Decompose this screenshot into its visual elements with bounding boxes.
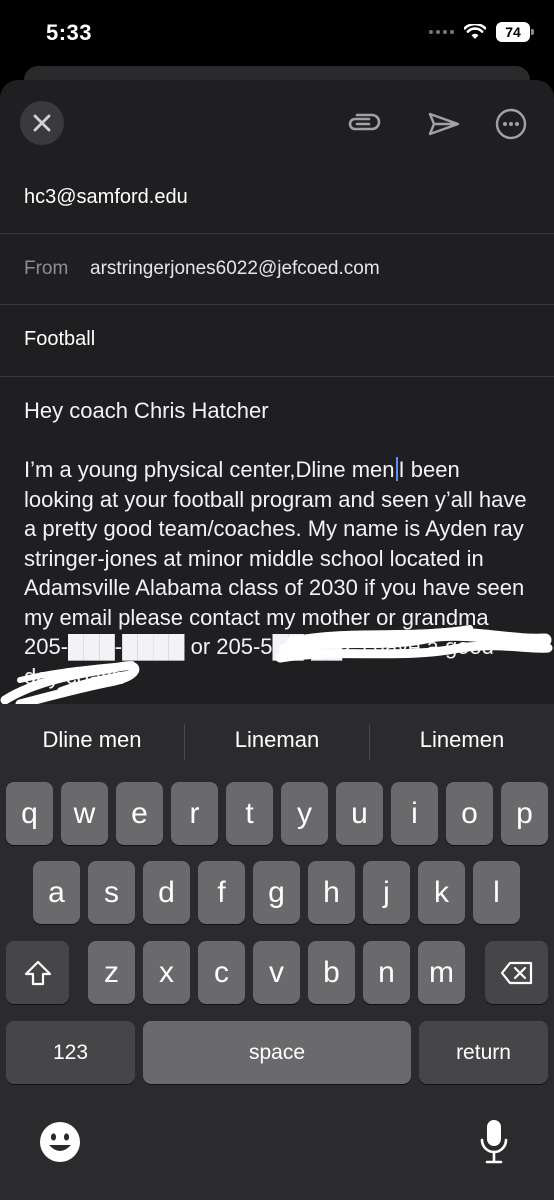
subject-field[interactable]: Football [0, 305, 554, 377]
send-icon [428, 112, 460, 136]
text-cursor [395, 457, 398, 481]
body-text-before-cursor: I’m a young physical center,Dline men [24, 457, 395, 482]
key-n[interactable]: n [363, 941, 410, 1004]
key-u[interactable]: u [336, 782, 383, 845]
from-value: arstringerjones6022@jefcoed.com [90, 258, 380, 279]
delete-key[interactable] [485, 941, 548, 1004]
body-greeting: Hey coach Chris Hatcher [24, 398, 269, 423]
body-text: I’m a young physical center,Dline men I b… [24, 455, 534, 691]
subject-value: Football [24, 328, 96, 350]
key-i[interactable]: i [391, 782, 438, 845]
from-label: From [24, 258, 69, 279]
key-w[interactable]: w [61, 782, 108, 845]
key-c[interactable]: c [198, 941, 245, 1004]
key-v[interactable]: v [253, 941, 300, 1004]
key-z[interactable]: z [88, 941, 135, 1004]
key-r[interactable]: r [171, 782, 218, 845]
keyboard: Dline men Lineman Linemen q w e r t y u … [0, 704, 554, 1200]
send-button[interactable] [422, 102, 466, 146]
signal-icon [429, 30, 454, 34]
key-k[interactable]: k [418, 861, 465, 924]
key-a[interactable]: a [33, 861, 80, 924]
key-b[interactable]: b [308, 941, 355, 1004]
backspace-icon [500, 961, 532, 984]
key-x[interactable]: x [143, 941, 190, 1004]
numbers-key[interactable]: 123 [6, 1021, 135, 1084]
key-q[interactable]: q [6, 782, 53, 845]
message-body[interactable]: Hey coach Chris Hatcher I’m a young phys… [24, 396, 534, 691]
to-value: hc3@samford.edu [24, 186, 188, 208]
wifi-icon [464, 24, 486, 39]
key-j[interactable]: j [363, 861, 410, 924]
key-g[interactable]: g [253, 861, 300, 924]
key-s[interactable]: s [88, 861, 135, 924]
paperclip-icon [348, 113, 381, 131]
suggestion-bar: Dline men Lineman Linemen [0, 704, 554, 776]
emoji-icon [40, 1122, 80, 1162]
key-y[interactable]: y [281, 782, 328, 845]
key-e[interactable]: e [116, 782, 163, 845]
emoji-button[interactable] [36, 1118, 84, 1166]
attach-button[interactable] [341, 102, 385, 146]
more-icon [495, 108, 527, 140]
from-field[interactable]: From arstringerjones6022@jefcoed.com [0, 234, 554, 305]
suggestion-2[interactable]: Lineman [185, 704, 369, 776]
shift-key[interactable] [6, 941, 69, 1004]
microphone-icon [480, 1120, 508, 1164]
key-p[interactable]: p [501, 782, 548, 845]
key-h[interactable]: h [308, 861, 355, 924]
to-field[interactable]: hc3@samford.edu [0, 162, 554, 234]
space-key[interactable]: space [143, 1021, 411, 1084]
close-icon [33, 114, 51, 132]
shift-icon [24, 960, 51, 985]
key-m[interactable]: m [418, 941, 465, 1004]
compose-sheet: hc3@samford.edu From arstringerjones6022… [0, 80, 554, 704]
key-t[interactable]: t [226, 782, 273, 845]
key-d[interactable]: d [143, 861, 190, 924]
status-icons: 74 [429, 22, 534, 42]
suggestion-3[interactable]: Linemen [370, 704, 554, 776]
status-bar: 5:33 74 [0, 0, 554, 62]
dictation-button[interactable] [470, 1114, 518, 1170]
suggestion-1[interactable]: Dline men [0, 704, 184, 776]
key-f[interactable]: f [198, 861, 245, 924]
key-l[interactable]: l [473, 861, 520, 924]
return-key[interactable]: return [419, 1021, 548, 1084]
more-button[interactable] [489, 102, 533, 146]
close-button[interactable] [20, 101, 64, 145]
battery-indicator: 74 [496, 22, 534, 42]
status-time: 5:33 [46, 20, 93, 45]
body-text-after-cursor: I been looking at your football program … [24, 457, 527, 689]
key-o[interactable]: o [446, 782, 493, 845]
